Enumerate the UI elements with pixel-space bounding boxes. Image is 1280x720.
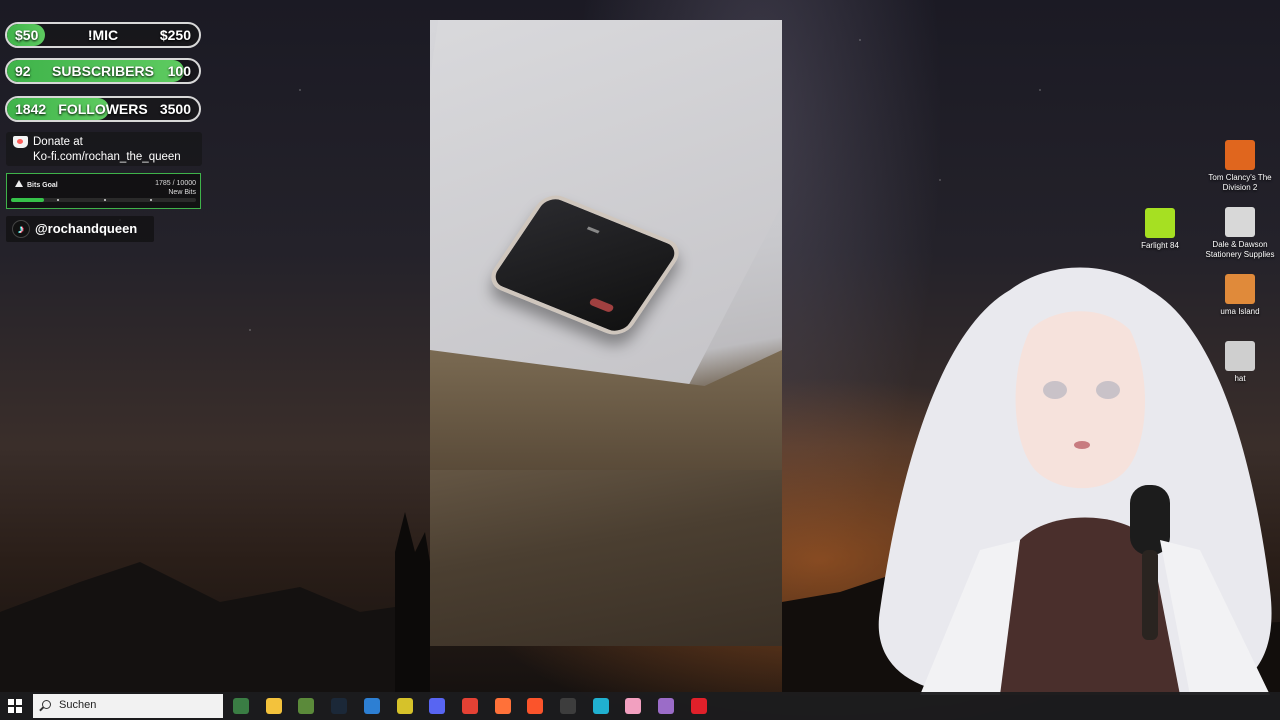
app-icon[interactable] bbox=[592, 698, 609, 714]
taskbar-search-placeholder: Suchen bbox=[59, 699, 97, 711]
donate-link-text: Ko-fi.com/rochan_the_queen bbox=[33, 151, 181, 163]
tiktok-handle: @rochandqueen bbox=[35, 221, 138, 236]
store-icon[interactable] bbox=[363, 698, 380, 714]
vtuber-avatar bbox=[878, 267, 1272, 695]
subscribers-goal-bar: 92 SUBSCRIBERS 100 bbox=[5, 58, 201, 84]
app-icon[interactable] bbox=[658, 698, 675, 714]
bits-goal-title: Bits Goal bbox=[27, 182, 58, 189]
bits-milestone-dot bbox=[103, 199, 106, 201]
mic-goal-bar: $50 !MIC $250 bbox=[5, 22, 201, 48]
bits-milestone-dot bbox=[149, 199, 152, 201]
obs-icon[interactable] bbox=[560, 698, 576, 714]
firefox-icon[interactable] bbox=[494, 698, 511, 714]
bits-goal-count: 1785 / 10000 bbox=[155, 180, 196, 187]
vtube-studio-icon[interactable] bbox=[625, 698, 642, 714]
opera-icon[interactable] bbox=[690, 698, 707, 714]
division-2-icon bbox=[1225, 140, 1255, 170]
bits-goal-unit: New Bits bbox=[168, 189, 196, 196]
bits-goal-fill bbox=[11, 198, 45, 202]
farlight-84-icon bbox=[1145, 208, 1175, 238]
kofi-cup-icon bbox=[13, 136, 28, 148]
donate-line-1: Donate at bbox=[33, 136, 83, 148]
taskbar: Suchen bbox=[0, 692, 1280, 720]
video-player[interactable] bbox=[430, 20, 782, 646]
followers-goal-bar: 1842 FOLLOWERS 3500 bbox=[5, 96, 201, 122]
bits-triangle-icon bbox=[15, 180, 23, 187]
brave-icon[interactable] bbox=[527, 698, 544, 714]
bits-goal-track bbox=[11, 198, 196, 202]
discord-icon[interactable] bbox=[429, 698, 446, 714]
minecraft-icon[interactable] bbox=[298, 698, 315, 714]
search-icon bbox=[42, 700, 51, 709]
followers-goal-title: FOLLOWERS bbox=[58, 101, 148, 117]
desktop-icon-label: Tom Clancy's The Division 2 bbox=[1208, 173, 1272, 192]
subscribers-goal-title: SUBSCRIBERS bbox=[52, 63, 154, 79]
windows-start-button[interactable] bbox=[8, 699, 22, 713]
desktop-icon-farlight-84[interactable]: Farlight 84 bbox=[1125, 208, 1195, 251]
bits-goal-widget: Bits Goal 1785 / 10000 New Bits bbox=[6, 173, 201, 209]
mic-goal-title: !MIC bbox=[87, 27, 119, 43]
donate-panel: Donate at Ko-fi.com/rochan_the_queen bbox=[6, 132, 202, 166]
vivaldi-icon[interactable] bbox=[396, 698, 413, 714]
desktop-icon-division-2[interactable]: Tom Clancy's The Division 2 bbox=[1205, 140, 1275, 193]
printer-icon bbox=[1225, 207, 1255, 237]
tiktok-icon: ♪ bbox=[12, 220, 30, 238]
steam-icon[interactable] bbox=[331, 698, 348, 714]
tiktok-handle-badge: ♪ @rochandqueen bbox=[6, 216, 154, 242]
calculator-icon[interactable] bbox=[233, 698, 249, 714]
bits-milestone-dot bbox=[57, 199, 60, 201]
chrome-icon[interactable] bbox=[461, 698, 478, 714]
taskbar-search-box[interactable]: Suchen bbox=[33, 694, 223, 718]
file-explorer-icon[interactable] bbox=[265, 698, 282, 714]
